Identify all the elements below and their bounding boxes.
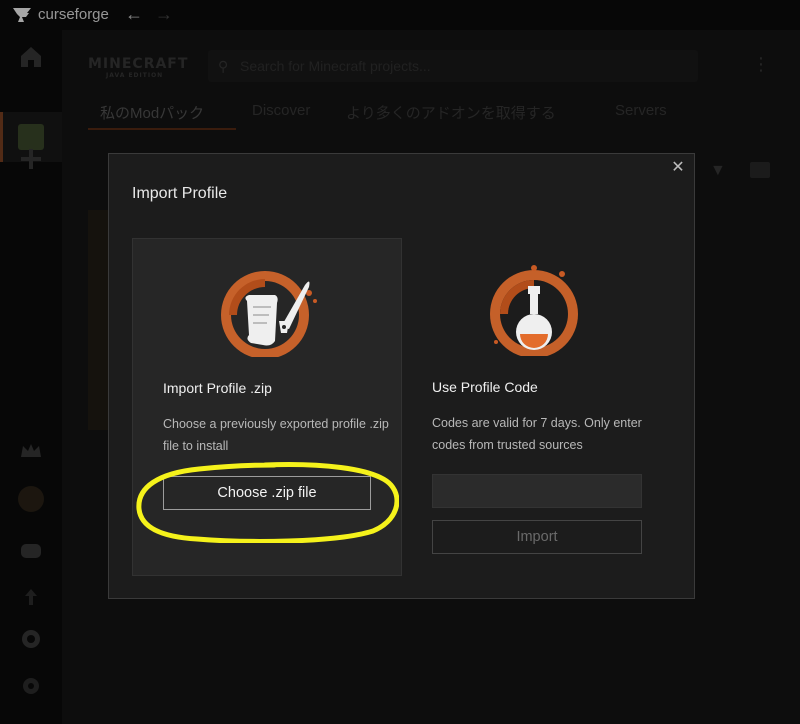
- option-title: Import Profile .zip: [163, 380, 272, 396]
- profile-code-input[interactable]: [432, 474, 642, 508]
- scroll-quill-icon: [221, 271, 317, 357]
- option-description: Choose a previously exported profile .zi…: [163, 417, 389, 453]
- option-description: Codes are valid for 7 days. Only enter c…: [432, 416, 642, 452]
- potion-bottle-icon: [490, 265, 578, 356]
- close-icon[interactable]: ✕: [670, 160, 686, 176]
- import-zip-option: Import Profile .zip Choose a previously …: [132, 238, 402, 576]
- highlight-annotation: [136, 462, 399, 543]
- profile-code-option: Use Profile Code Codes are valid for 7 d…: [402, 238, 672, 576]
- import-profile-modal: ✕ Import Profile Import Profile .zip Cho…: [108, 153, 695, 599]
- modal-title: Import Profile: [132, 185, 228, 202]
- option-title: Use Profile Code: [432, 379, 538, 395]
- import-button[interactable]: Import: [432, 520, 642, 554]
